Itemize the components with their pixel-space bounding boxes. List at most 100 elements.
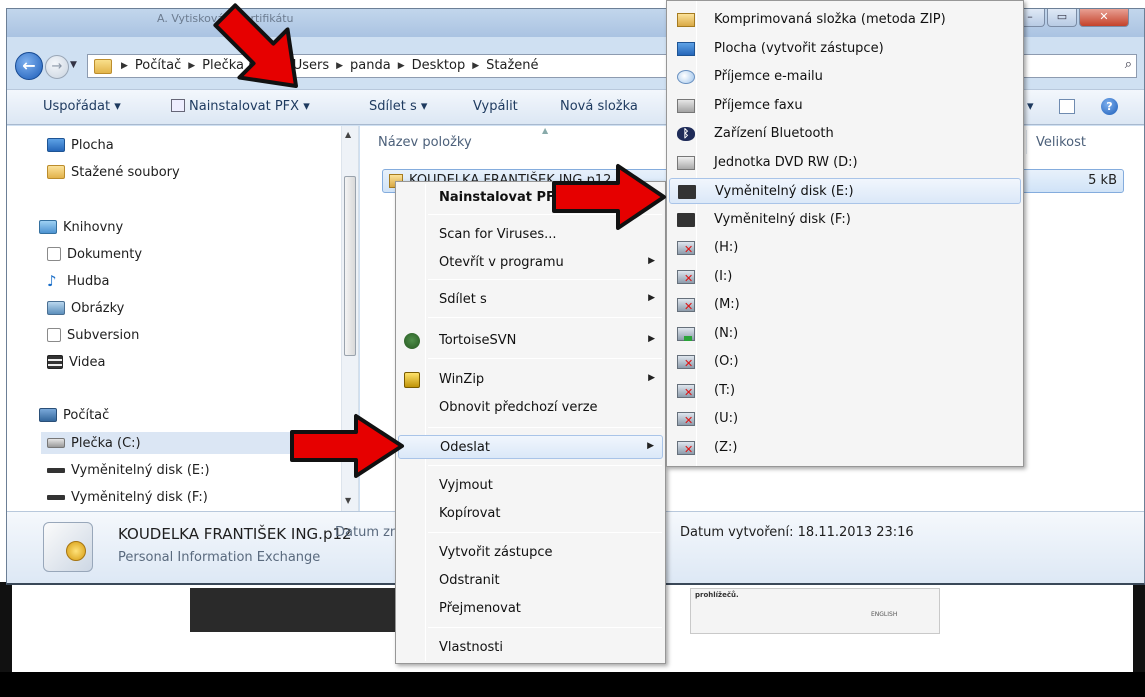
menu-item-scan-viruses[interactable]: Scan for Viruses... bbox=[398, 223, 663, 247]
preview-pane-icon[interactable] bbox=[1059, 99, 1075, 114]
hard-drive-icon bbox=[47, 438, 65, 448]
send-to-drive-t[interactable]: (T:) bbox=[669, 378, 1021, 404]
send-to-dvd[interactable]: Jednotka DVD RW (D:) bbox=[669, 150, 1021, 176]
forward-button[interactable]: → bbox=[45, 55, 69, 79]
burn-button[interactable]: Vypálit bbox=[473, 99, 518, 114]
disconnected-network-drive-icon bbox=[677, 355, 695, 370]
submenu-arrow-icon: ▶ bbox=[648, 256, 655, 266]
menu-item-open-with[interactable]: Otevřít v programu ▶ bbox=[398, 251, 663, 275]
breadcrumb-item[interactable]: Desktop bbox=[408, 58, 470, 73]
send-to-drive-u[interactable]: (U:) bbox=[669, 406, 1021, 432]
scrollbar-thumb[interactable] bbox=[344, 176, 356, 356]
nav-item-downloads[interactable]: Stažené soubory bbox=[47, 161, 180, 183]
navigation-scrollbar[interactable]: ▲ ▼ bbox=[341, 126, 358, 511]
menu-item-tortoisesvn[interactable]: TortoiseSVN ▶ bbox=[398, 329, 663, 353]
send-to-label: (Z:) bbox=[714, 440, 738, 455]
breadcrumb-item[interactable]: Počítač bbox=[131, 58, 185, 73]
menu-separator bbox=[428, 358, 662, 359]
chevron-right-icon[interactable]: ▶ bbox=[185, 61, 198, 71]
scroll-up-icon[interactable]: ▲ bbox=[345, 130, 351, 139]
share-label: Sdílet s bbox=[369, 99, 417, 114]
nav-item-drive-c[interactable]: Plečka (C:) bbox=[41, 432, 341, 454]
chevron-right-icon[interactable]: ▶ bbox=[333, 61, 346, 71]
breadcrumb-item[interactable]: Stažené bbox=[482, 58, 542, 73]
menu-item-label: WinZip bbox=[439, 372, 485, 387]
send-to-zip[interactable]: Komprimovaná složka (metoda ZIP) bbox=[669, 7, 1021, 33]
view-dropdown-icon[interactable]: ▾ bbox=[1027, 99, 1034, 114]
menu-item-label: Otevřít v programu bbox=[439, 255, 564, 270]
submenu-arrow-icon: ▶ bbox=[648, 293, 655, 303]
send-to-drive-m[interactable]: (M:) bbox=[669, 292, 1021, 318]
breadcrumb-item[interactable]: panda bbox=[346, 58, 395, 73]
menu-item-restore-versions[interactable]: Obnovit předchozí verze bbox=[398, 396, 663, 420]
nav-item-label: Dokumenty bbox=[67, 246, 143, 262]
nav-item-drive-f[interactable]: Vyměnitelný disk (F:) bbox=[47, 486, 208, 508]
nav-item-label: Vyměnitelný disk (E:) bbox=[71, 462, 210, 478]
breadcrumb-item[interactable]: Plečka (C:) bbox=[198, 58, 276, 73]
nav-item-label: Stažené soubory bbox=[71, 164, 180, 180]
nav-item-desktop[interactable]: Plocha bbox=[47, 134, 114, 156]
network-drive-icon bbox=[677, 327, 695, 341]
nav-item-pictures[interactable]: Obrázky bbox=[47, 297, 124, 319]
nav-item-music[interactable]: ♪ Hudba bbox=[47, 270, 110, 292]
menu-item-delete[interactable]: Odstranit bbox=[398, 569, 663, 593]
menu-item-send-to[interactable]: Odeslat ▶ bbox=[398, 435, 663, 459]
menu-item-properties[interactable]: Vlastnosti bbox=[398, 636, 663, 660]
send-to-submenu: Komprimovaná složka (metoda ZIP) Plocha … bbox=[666, 0, 1024, 467]
menu-item-rename[interactable]: Přejmenovat bbox=[398, 597, 663, 621]
send-to-drive-h[interactable]: (H:) bbox=[669, 235, 1021, 261]
menu-item-label: Odstranit bbox=[439, 573, 500, 588]
column-header-size[interactable]: Velikost bbox=[1036, 135, 1086, 150]
chevron-right-icon[interactable]: ▶ bbox=[118, 61, 131, 71]
chevron-right-icon[interactable]: ▶ bbox=[469, 61, 482, 71]
send-to-drive-o[interactable]: (O:) bbox=[669, 349, 1021, 375]
chevron-right-icon[interactable]: ▶ bbox=[276, 61, 289, 71]
close-button[interactable]: ✕ bbox=[1079, 9, 1129, 27]
install-pfx-label: Nainstalovat PFX bbox=[189, 99, 300, 114]
send-to-fax[interactable]: Příjemce faxu bbox=[669, 93, 1021, 119]
menu-item-create-shortcut[interactable]: Vytvořit zástupce bbox=[398, 541, 663, 565]
nav-item-videos[interactable]: Videa bbox=[47, 351, 105, 373]
breadcrumb-item[interactable]: Users bbox=[289, 58, 333, 73]
send-to-drive-n[interactable]: (N:) bbox=[669, 321, 1021, 347]
send-to-removable-f[interactable]: Vyměnitelný disk (F:) bbox=[669, 207, 1021, 233]
menu-item-share-with[interactable]: Sdílet s ▶ bbox=[398, 288, 663, 312]
share-button[interactable]: Sdílet s ▾ bbox=[369, 99, 427, 114]
menu-item-label: Nainstalovat PFX bbox=[439, 190, 565, 205]
background-black-bar bbox=[0, 672, 1145, 697]
install-pfx-button[interactable]: Nainstalovat PFX ▾ bbox=[171, 99, 310, 114]
scroll-down-icon[interactable]: ▼ bbox=[345, 496, 351, 505]
back-button[interactable]: ← bbox=[15, 52, 43, 80]
menu-item-label: Sdílet s bbox=[439, 292, 487, 307]
bluetooth-icon: ᛒ bbox=[677, 127, 695, 141]
nav-item-libraries[interactable]: Knihovny bbox=[39, 216, 123, 238]
search-icon[interactable]: ⌕ bbox=[1125, 57, 1132, 72]
send-to-drive-i[interactable]: (I:) bbox=[669, 264, 1021, 290]
column-divider[interactable] bbox=[1026, 130, 1027, 154]
organize-button[interactable]: Uspořádat ▾ bbox=[43, 99, 121, 114]
removable-disk-icon bbox=[47, 467, 65, 473]
send-to-mail[interactable]: Příjemce e-mailu bbox=[669, 64, 1021, 90]
nav-item-computer[interactable]: Počítač bbox=[39, 404, 109, 426]
organize-label: Uspořádat bbox=[43, 99, 111, 114]
menu-item-install-pfx[interactable]: Nainstalovat PFX bbox=[398, 186, 663, 210]
details-created: Datum vytvoření: 18.11.2013 23:16 bbox=[680, 525, 914, 540]
new-folder-button[interactable]: Nová složka bbox=[560, 99, 638, 114]
menu-item-copy[interactable]: Kopírovat bbox=[398, 502, 663, 526]
maximize-button[interactable]: ▭ bbox=[1047, 9, 1077, 27]
send-to-label: Plocha (vytvořit zástupce) bbox=[714, 41, 884, 56]
send-to-drive-z[interactable]: (Z:) bbox=[669, 435, 1021, 461]
send-to-desktop[interactable]: Plocha (vytvořit zástupce) bbox=[669, 36, 1021, 62]
nav-item-subversion[interactable]: Subversion bbox=[47, 324, 139, 346]
column-header-name[interactable]: Název položky bbox=[378, 135, 472, 150]
send-to-bluetooth[interactable]: ᛒ Zařízení Bluetooth bbox=[669, 121, 1021, 147]
menu-item-cut[interactable]: Vyjmout bbox=[398, 474, 663, 498]
nav-item-documents[interactable]: Dokumenty bbox=[47, 243, 142, 265]
menu-item-winzip[interactable]: WinZip ▶ bbox=[398, 368, 663, 392]
history-dropdown-icon[interactable]: ▼ bbox=[70, 60, 77, 70]
send-to-removable-e[interactable]: Vyměnitelný disk (E:) bbox=[669, 178, 1021, 204]
background-edge-right bbox=[1133, 582, 1145, 672]
nav-item-drive-e[interactable]: Vyměnitelný disk (E:) bbox=[47, 459, 210, 481]
chevron-right-icon[interactable]: ▶ bbox=[395, 61, 408, 71]
help-icon[interactable]: ? bbox=[1101, 98, 1118, 115]
